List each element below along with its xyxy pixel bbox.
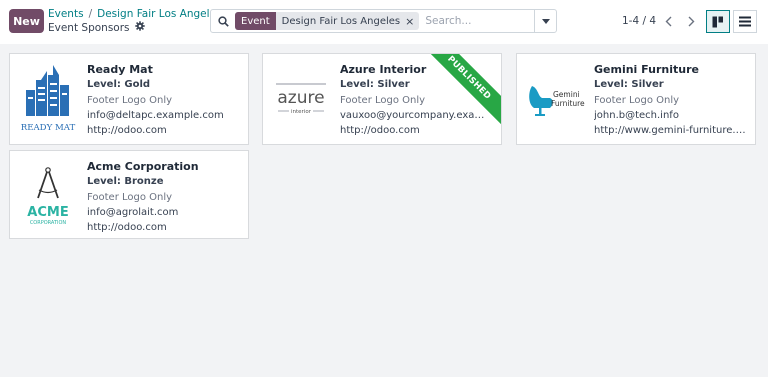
svg-text:azure: azure — [277, 88, 324, 108]
page-title: Event Sponsors — [48, 21, 145, 34]
pager-previous-button[interactable] — [658, 11, 678, 31]
sponsor-display-type: Footer Logo Only — [87, 191, 173, 203]
sponsor-logo-acme: ACME CORPORATION — [16, 159, 80, 231]
control-panel: New Events / Design Fair Los Angeles Event… — [0, 0, 768, 44]
chevron-left-icon — [665, 16, 671, 26]
search-bar: Event Design Fair Los Angeles × — [210, 9, 557, 33]
sponsor-level: Level: Gold — [87, 79, 151, 91]
sponsor-display-type: Footer Logo Only — [340, 94, 426, 106]
sponsor-logo-readymat: READY MAT — [16, 62, 80, 134]
sponsor-website: http://odoo.com — [87, 125, 167, 137]
sponsor-name: Acme Corporation — [87, 160, 199, 173]
sponsor-level: Level: Silver — [594, 79, 664, 91]
sponsor-email: john.b@tech.info — [594, 109, 679, 121]
sponsor-logo-azure: azure interior — [269, 62, 333, 134]
sponsor-display-type: Footer Logo Only — [594, 94, 680, 106]
svg-text:Gemini: Gemini — [553, 90, 580, 99]
sponsor-website: http://odoo.com — [340, 125, 420, 137]
svg-text:Furniture: Furniture — [551, 99, 585, 108]
list-icon — [739, 16, 751, 27]
sponsor-website: http://odoo.com — [87, 222, 167, 234]
breadcrumb-events-link[interactable]: Events — [48, 8, 84, 20]
chevron-right-icon — [688, 16, 694, 26]
breadcrumb-separator: / — [88, 8, 93, 20]
kanban-icon — [712, 16, 723, 27]
sponsor-logo-gemini: Gemini Furniture — [523, 62, 587, 134]
search-input[interactable] — [425, 15, 546, 27]
sponsor-email: info@agrolait.com — [87, 206, 179, 218]
page-title-text: Event Sponsors — [48, 21, 130, 34]
new-button[interactable]: New — [9, 9, 44, 33]
gear-icon[interactable] — [134, 21, 145, 34]
facet-remove-icon[interactable]: × — [405, 15, 419, 28]
breadcrumb-event-link[interactable]: Design Fair Los Angeles — [97, 8, 221, 20]
search-options-toggle[interactable] — [534, 10, 556, 32]
sponsor-display-type: Footer Logo Only — [87, 94, 173, 106]
sponsor-name: Gemini Furniture — [594, 63, 699, 76]
search-facet: Event Design Fair Los Angeles × — [235, 12, 420, 30]
sponsor-level: Level: Bronze — [87, 176, 164, 188]
svg-text:interior: interior — [291, 109, 312, 115]
svg-text:ACME: ACME — [27, 205, 68, 220]
search-icon — [211, 15, 235, 27]
kanban-view-button[interactable] — [706, 10, 730, 33]
readymat-logo-text: READY MAT — [21, 123, 76, 133]
sponsor-card[interactable]: azure interior Azure Interior Level: Sil… — [262, 53, 502, 145]
pager-value[interactable]: 1-4 / 4 — [622, 15, 656, 27]
sponsor-email: vauxoo@yourcompany.example.com — [340, 109, 491, 121]
breadcrumb: Events / Design Fair Los Angeles — [48, 8, 222, 21]
sponsor-email: info@deltapc.example.com — [87, 109, 224, 121]
list-view-button[interactable] — [733, 10, 757, 33]
pager-next-button[interactable] — [681, 11, 701, 31]
sponsor-card[interactable]: READY MAT Ready Mat Level: Gold Footer L… — [9, 53, 249, 145]
sponsor-card[interactable]: Gemini Furniture Gemini Furniture Level:… — [516, 53, 756, 145]
caret-down-icon — [541, 18, 550, 24]
facet-tag: Event — [235, 12, 276, 30]
facet-value: Design Fair Los Angeles — [281, 15, 401, 27]
sponsor-website: http://www.gemini-furniture.com/ — [594, 125, 749, 137]
sponsor-name: Ready Mat — [87, 63, 153, 76]
sponsor-card[interactable]: ACME CORPORATION Acme Corporation Level:… — [9, 150, 249, 239]
svg-text:CORPORATION: CORPORATION — [30, 220, 67, 226]
